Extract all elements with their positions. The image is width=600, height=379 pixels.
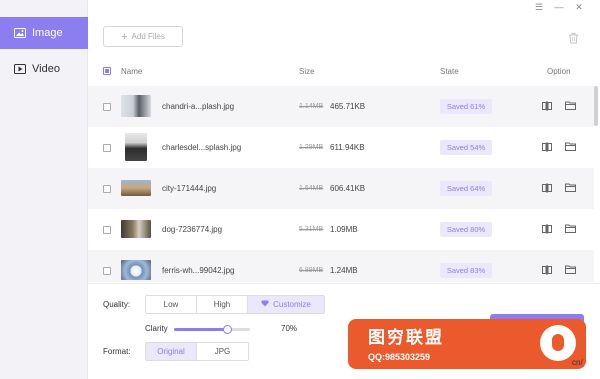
table-row[interactable]: charlesdel...splash.jpg 1.29MB 611.94KB … <box>88 127 594 168</box>
format-selector: Original JPG <box>145 342 249 361</box>
watermark-suffix: cn/ <box>572 358 583 367</box>
original-size: 6.89MB <box>299 267 324 274</box>
compressed-size: 1.09MB <box>330 225 358 234</box>
status-badge: Saved 64% <box>440 181 492 196</box>
table-header: Name Size State Option <box>88 60 600 82</box>
compare-icon[interactable] <box>542 182 552 195</box>
file-thumbnail <box>121 220 151 238</box>
quality-option-customize[interactable]: Customize <box>248 296 324 313</box>
clarity-value: 70% <box>281 324 298 333</box>
sidebar-item-video[interactable]: Video <box>0 53 88 85</box>
status-badge: Saved 83% <box>440 263 492 278</box>
watermark-overlay: 图穷联盟 QQ:985303259 <box>348 319 586 369</box>
compare-icon[interactable] <box>542 141 552 154</box>
list-scrollbar[interactable] <box>594 86 598 126</box>
folder-icon[interactable] <box>565 183 576 194</box>
window-controls: ☰ — ✕ <box>534 2 584 13</box>
clarity-slider-fill <box>174 328 228 331</box>
status-badge: Saved 80% <box>440 222 492 237</box>
plus-icon: + <box>121 30 128 43</box>
image-icon <box>14 28 26 38</box>
clarity-label: Clarity <box>145 324 168 333</box>
diamond-icon <box>261 300 269 309</box>
table-row[interactable]: city-171444.jpg 1.64MB 606.41KB Saved 64… <box>88 168 594 209</box>
folder-icon[interactable] <box>565 265 576 276</box>
minimize-icon[interactable]: — <box>554 2 564 13</box>
table-row[interactable]: dog-7236774.jpg 5.31MB 1.09MB Saved 80% <box>88 209 594 250</box>
folder-icon[interactable] <box>565 224 576 235</box>
header-state: State <box>440 66 459 76</box>
quality-option-low[interactable]: Low <box>146 296 197 313</box>
row-checkbox[interactable] <box>103 266 111 275</box>
folder-icon[interactable] <box>565 142 576 153</box>
add-files-label: Add Files <box>131 32 165 41</box>
quality-label: Quality: <box>103 300 131 309</box>
compare-icon[interactable] <box>542 264 552 277</box>
format-label: Format: <box>103 347 131 356</box>
quality-selector: Low High Customize <box>145 295 325 314</box>
compressed-size: 465.71KB <box>330 102 366 111</box>
video-icon <box>14 64 26 74</box>
row-checkbox[interactable] <box>103 184 111 193</box>
clarity-slider[interactable] <box>174 325 250 334</box>
original-size: 1.14MB <box>299 103 324 110</box>
row-checkbox[interactable] <box>103 225 111 234</box>
file-thumbnail <box>121 95 151 117</box>
file-name: ferris-wh...99042.jpg <box>162 266 235 275</box>
file-name: charlesdel...splash.jpg <box>162 143 242 152</box>
status-badge: Saved 54% <box>440 140 492 155</box>
file-name: chandri-a...plash.jpg <box>162 102 235 111</box>
table-row[interactable]: ferris-wh...99042.jpg 6.89MB 1.24MB Save… <box>88 250 594 282</box>
select-all-checkbox[interactable] <box>103 67 111 75</box>
original-size: 1.29MB <box>299 144 324 151</box>
sidebar-item-image[interactable]: Image <box>0 17 88 49</box>
compare-icon[interactable] <box>542 223 552 236</box>
file-thumbnail <box>121 260 151 280</box>
watermark-title: 图穷联盟 <box>368 328 444 347</box>
sidebar-item-label: Video <box>32 63 60 75</box>
file-name: city-171444.jpg <box>162 184 217 193</box>
customize-label: Customize <box>273 300 311 309</box>
original-size: 5.31MB <box>299 226 324 233</box>
row-checkbox[interactable] <box>103 143 111 152</box>
compressed-size: 606.41KB <box>330 184 366 193</box>
sidebar-item-label: Image <box>32 27 63 39</box>
watermark-qq: QQ:985303259 <box>368 352 431 362</box>
format-option-original[interactable]: Original <box>146 343 197 360</box>
sidebar: Image Video <box>0 0 88 379</box>
close-icon[interactable]: ✕ <box>574 2 584 13</box>
menu-icon[interactable]: ☰ <box>534 2 544 13</box>
folder-icon[interactable] <box>565 101 576 112</box>
file-thumbnail <box>121 180 151 196</box>
file-list: chandri-a...plash.jpg 1.14MB 465.71KB Sa… <box>88 86 594 282</box>
compare-icon[interactable] <box>542 100 552 113</box>
table-row[interactable]: chandri-a...plash.jpg 1.14MB 465.71KB Sa… <box>88 86 594 127</box>
header-name: Name <box>121 66 143 76</box>
status-badge: Saved 61% <box>440 99 492 114</box>
compressed-size: 1.24MB <box>330 266 358 275</box>
quality-option-high[interactable]: High <box>197 296 248 313</box>
header-size: Size <box>299 66 315 76</box>
file-thumbnail <box>125 133 147 161</box>
row-checkbox[interactable] <box>103 102 111 111</box>
watermark-logo-icon <box>540 325 576 361</box>
header-option: Option <box>547 66 571 76</box>
format-option-jpg[interactable]: JPG <box>197 343 248 360</box>
trash-icon[interactable] <box>568 32 579 46</box>
original-size: 1.64MB <box>299 185 324 192</box>
file-name: dog-7236774.jpg <box>162 225 223 234</box>
add-files-button[interactable]: + Add Files <box>103 26 183 47</box>
compressed-size: 611.94KB <box>330 143 365 152</box>
clarity-slider-handle[interactable] <box>223 325 233 334</box>
